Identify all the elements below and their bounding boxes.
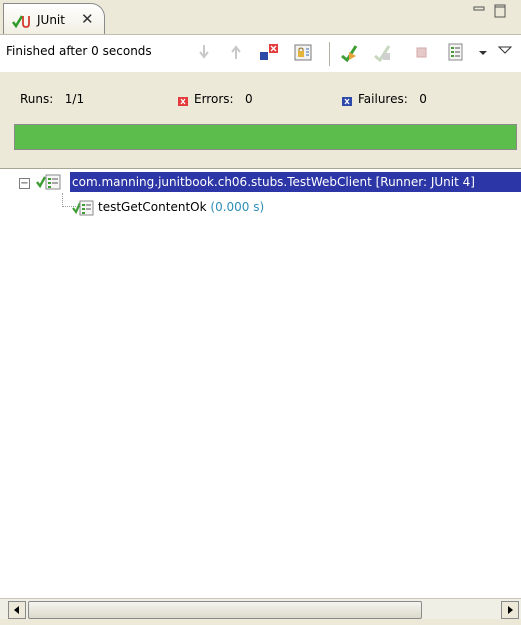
view-menu-icon[interactable] (496, 42, 514, 62)
maximize-icon[interactable] (494, 4, 508, 18)
history-dropdown-icon[interactable] (476, 42, 490, 62)
junit-view-tab[interactable]: JUnit ✕ (3, 3, 105, 34)
errors-label: Errors: (194, 92, 234, 106)
next-failure-icon[interactable] (193, 42, 215, 62)
failures-value: 0 (419, 92, 427, 106)
failures-label: Failures: (358, 92, 408, 106)
tree-item-test-suite[interactable]: com.manning.junitbook.ch06.stubs.TestWeb… (36, 172, 521, 192)
runs-label: Runs: (20, 92, 54, 106)
stop-icon[interactable] (411, 42, 433, 62)
view-tab-bar: JUnit ✕ (0, 0, 521, 35)
errors-counter: Errors: 0 (178, 92, 253, 106)
tree-connector (62, 193, 63, 207)
scroll-lock-icon[interactable] (293, 42, 315, 62)
progress-bar-fill (15, 125, 516, 149)
minimize-icon[interactable] (473, 4, 487, 16)
errors-value: 0 (245, 92, 253, 106)
scrollbar-thumb[interactable] (28, 601, 422, 619)
rerun-failed-icon[interactable] (371, 42, 393, 62)
close-icon[interactable]: ✕ (81, 10, 94, 28)
test-case-label: testGetContentOk (0.000 s) (98, 200, 264, 214)
junit-icon (12, 13, 32, 29)
failures-only-icon[interactable] (258, 42, 280, 62)
test-results-tree (0, 168, 521, 598)
test-passed-icon (72, 200, 94, 216)
test-suite-label: com.manning.junitbook.ch06.stubs.TestWeb… (70, 172, 521, 192)
test-name: testGetContentOk (98, 200, 207, 214)
test-suite-icon (36, 173, 64, 191)
counter-panel: Runs: 1/1 Errors: 0 Failures: 0 (0, 72, 521, 168)
view-bottom-border (0, 619, 521, 625)
progress-bar (14, 124, 517, 150)
toolbar-separator (329, 42, 331, 66)
tab-title: JUnit (37, 13, 65, 27)
run-status-text: Finished after 0 seconds (6, 44, 152, 58)
rerun-icon[interactable] (338, 42, 360, 62)
horizontal-scrollbar[interactable] (0, 598, 521, 619)
previous-failure-icon[interactable] (225, 42, 247, 62)
scroll-left-button[interactable] (8, 601, 26, 619)
collapse-icon[interactable]: − (19, 178, 30, 189)
failures-counter: Failures: 0 (342, 92, 427, 106)
failure-icon (342, 95, 352, 106)
runs-value: 1/1 (64, 92, 85, 106)
test-duration: (0.000 s) (210, 200, 265, 214)
scroll-right-button[interactable] (501, 601, 519, 619)
error-icon (178, 95, 188, 106)
test-run-history-icon[interactable] (445, 42, 467, 62)
runs-counter: Runs: 1/1 (20, 92, 84, 106)
